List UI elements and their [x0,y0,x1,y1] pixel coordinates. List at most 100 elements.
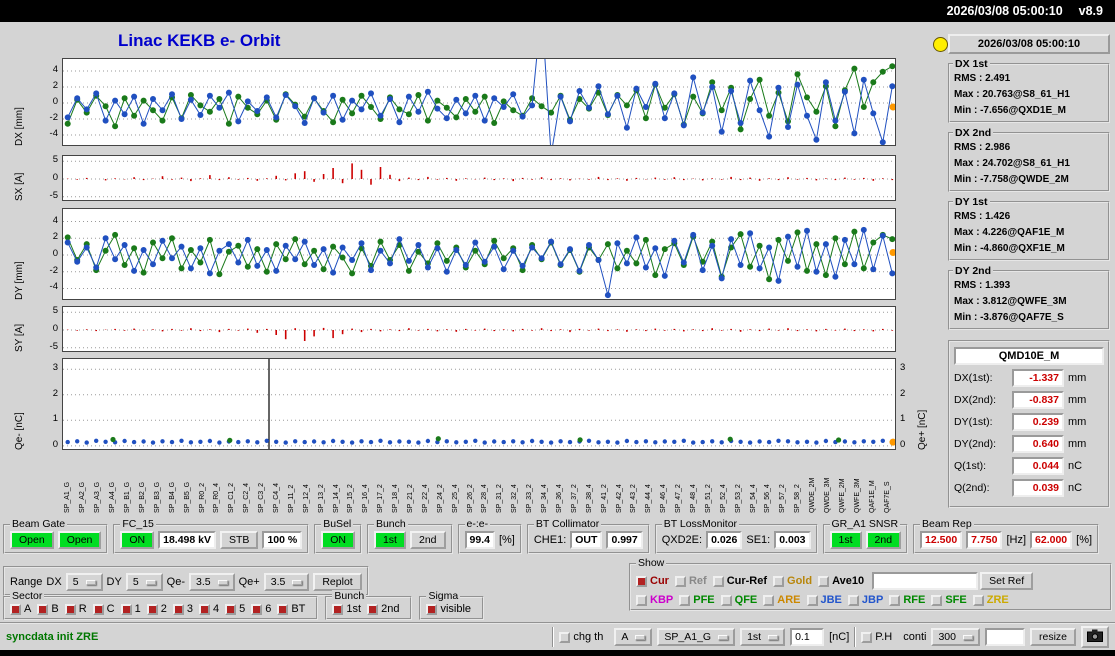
checkbox-rfe[interactable]: RFE [889,594,925,606]
ph-checkbox[interactable]: P.H [861,631,892,643]
che1-label: CHE1: [533,534,567,546]
fc15-panel: FC_15 ON 18.498 kV STB 100 % [113,518,310,554]
show-row-2: KBP PFE QFE ARE JBE JBP RFE SFE ZRE [636,594,1015,606]
ref-name-input[interactable] [872,572,979,590]
x-axis-label: SP_12_4 [302,484,310,513]
checkbox-bt[interactable]: BT [277,603,305,615]
x-axis-label: SP_C4_4 [272,483,280,513]
resize-button[interactable]: resize [1029,628,1076,646]
extra-input[interactable] [984,628,1025,646]
checkbox-c[interactable]: C [92,603,115,615]
range-qe-minus-dropdown[interactable]: 3.5 [189,573,235,591]
charge-chart[interactable] [62,358,896,450]
checkbox-ref[interactable]: Ref [674,575,707,587]
snapshot-button[interactable] [1081,626,1109,648]
qxd2e-value: 0.026 [706,531,743,549]
checkbox-label: JBE [820,594,842,606]
checkbox-b[interactable]: B [37,603,59,615]
qxd2e-label: QXD2E: [661,534,703,546]
checkbox-cur-ref[interactable]: Cur-Ref [712,575,767,587]
checkbox-5[interactable]: 5 [225,603,245,615]
checkbox-qfe[interactable]: QFE [720,594,757,606]
stat-min: Min : -7.758@QWDE_2M [954,174,1069,185]
monitor-name[interactable]: QMD10E_M [954,347,1104,365]
checkbox-gold[interactable]: Gold [773,575,812,587]
checkbox-a[interactable]: A [10,603,31,615]
sector-dropdown[interactable]: A [614,628,653,646]
beam-gate-open-button-2[interactable]: Open [57,531,102,549]
checkbox-indicator [818,575,830,587]
y-tick-label: 0 [52,323,58,334]
chg-th-checkbox[interactable]: chg th [559,631,603,643]
monitor-dropdown[interactable]: SP_A1_G [657,628,736,646]
checkbox-pfe[interactable]: PFE [679,594,715,606]
checkbox-jbp[interactable]: JBP [847,594,884,606]
bunch-2nd-button[interactable]: 2nd [409,531,446,549]
x-axis-label: SP_15_2 [347,484,355,513]
threshold-input[interactable] [790,628,825,646]
checkbox-label: JBP [861,594,884,606]
dx-chart[interactable] [62,58,896,146]
beam-rep-value-3: 62.000 [1030,531,1073,549]
checkbox-2[interactable]: 2 [146,603,167,615]
checkbox-indicator [198,603,210,615]
checkbox-r[interactable]: R [64,603,87,615]
replot-button[interactable]: Replot [313,573,362,591]
sx-chart[interactable] [62,155,896,201]
interval-dropdown[interactable]: 300 [931,628,980,646]
y-tick-label: -4 [49,128,58,139]
checkbox-4[interactable]: 4 [198,603,219,615]
stat-box-dx-2nd: DX 2nd RMS : 2.986 Max : 24.702@S8_61_H1… [948,127,1110,192]
beam-gate-panel: Beam Gate Open Open [3,518,109,554]
checkbox-indicator [720,594,732,606]
range-qe-plus-dropdown[interactable]: 3.5 [263,573,310,591]
y-tick-label: 1 [52,413,58,425]
q-axis-label: Qe- [nC] [14,412,25,450]
monitor-row-unit: mm [1068,394,1087,406]
charge-chart-row: Qe- [nC] 3 2 1 0 3 2 1 0 Qe+ [nC] [0,358,935,450]
checkbox-ave10[interactable]: Ave10 [818,575,864,587]
gr-snsr-1st-button[interactable]: 1st [829,531,862,549]
checkbox-indicator [37,603,49,615]
x-axis-label: SP_22_4 [421,484,429,513]
bunch-1st-button[interactable]: 1st [373,531,406,549]
checkbox-cur[interactable]: Cur [636,575,669,587]
y-tick-label: -5 [49,340,58,352]
beam-rep-value-1: 12.500 [920,531,963,549]
monitor-row-unit: mm [1068,372,1087,384]
bunch-dropdown[interactable]: 1st [740,628,786,646]
ee-ratio-value: 99.4 [464,531,495,549]
bottom-border [0,650,1115,656]
checkbox-visible[interactable]: visible [426,603,471,615]
checkbox-2nd[interactable]: 2nd [367,603,399,615]
x-axis-label: SP_28_4 [481,484,489,513]
busel-on-button[interactable]: ON [321,531,355,549]
range-dx-dropdown[interactable]: 5 [65,573,103,591]
checkbox-3[interactable]: 3 [172,603,193,615]
checkbox-1st[interactable]: 1st [332,603,361,615]
stat-box-dy-1st: DY 1st RMS : 1.426 Max : 4.226@QAF1E_M M… [948,196,1110,261]
fc15-stb-button[interactable]: STB [220,531,259,549]
beam-gate-open-button-1[interactable]: Open [10,531,54,549]
x-axis-label: SP_A3_G [94,481,102,513]
checkbox-1[interactable]: 1 [120,603,141,615]
x-axis-label: SP_A1_G [64,481,72,513]
checkbox-kbp[interactable]: KBP [636,594,673,606]
checkbox-are[interactable]: ARE [763,594,801,606]
fc15-on-button[interactable]: ON [120,531,155,549]
checkbox-sfe[interactable]: SFE [931,594,967,606]
dy-chart[interactable] [62,208,896,300]
x-axis-label: SP_48_4 [689,484,697,513]
checkbox-zre[interactable]: ZRE [972,594,1009,606]
x-axis-label: SP_24_2 [436,484,444,513]
page-title: Linac KEKB e- Orbit [118,31,281,50]
stat-title: DY 1st [953,196,990,208]
range-dy-dropdown[interactable]: 5 [125,573,163,591]
sy-axis-ticks: 5 0 -5 [34,305,60,352]
checkbox-6[interactable]: 6 [251,603,271,615]
checkbox-jbe[interactable]: JBE [806,594,842,606]
x-axis-label: SP_14_4 [332,484,340,513]
sy-chart[interactable] [62,306,896,352]
gr-snsr-2nd-button[interactable]: 2nd [865,531,902,549]
set-ref-button[interactable]: Set Ref [980,572,1034,590]
